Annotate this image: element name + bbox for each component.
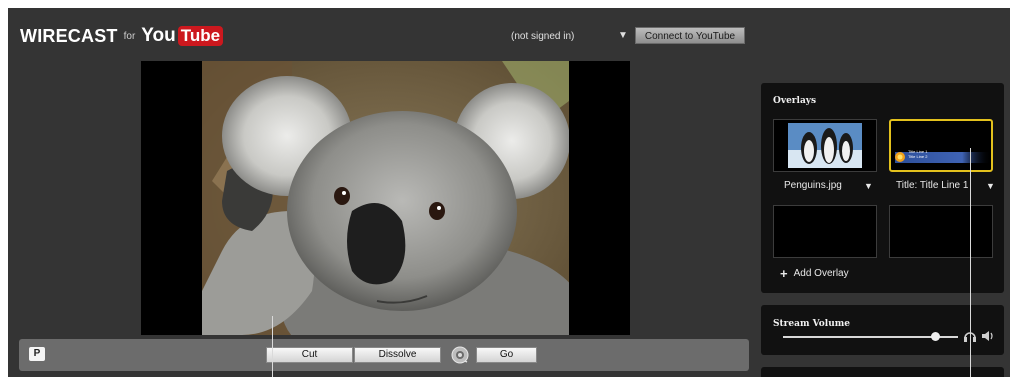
- add-overlay-button[interactable]: + Add Overlay: [780, 266, 849, 281]
- overlay-caption-title: Title: Title Line 1: [896, 180, 969, 191]
- plus-icon: +: [780, 266, 788, 281]
- logo-you-text: You: [141, 25, 176, 46]
- dissolve-button[interactable]: Dissolve: [354, 347, 441, 363]
- preview-p-button[interactable]: P: [29, 347, 45, 361]
- control-bar: P Cut Dissolve Go: [19, 339, 749, 371]
- overlay-title-dropdown-icon[interactable]: ▼: [986, 181, 995, 191]
- go-button[interactable]: Go: [476, 347, 537, 363]
- overlays-panel: Overlays Penguins.jpg ▼ Title Line 1 Tit…: [761, 83, 1004, 293]
- logo-tube-text: Tube: [177, 26, 224, 46]
- callout-line-left: [272, 316, 273, 377]
- stream-volume-title: Stream Volume: [773, 319, 850, 329]
- overlays-title: Overlays: [773, 96, 817, 106]
- title-thumbnail-image: [895, 152, 991, 163]
- callout-line-right: [970, 148, 971, 377]
- speaker-icon[interactable]: [981, 329, 995, 343]
- overlay-empty-slot[interactable]: [889, 205, 993, 258]
- logo-wirecast-text: WIRECAST: [20, 25, 118, 46]
- overlay-thumb-penguins[interactable]: [773, 119, 877, 172]
- video-preview: [141, 61, 630, 335]
- volume-slider-thumb[interactable]: [931, 332, 940, 341]
- signin-status[interactable]: (not signed in): [511, 31, 574, 42]
- wirecast-app: WIRECAST for You Tube (not signed in) ▼ …: [8, 8, 1010, 377]
- bottom-panel: [761, 367, 1004, 377]
- connect-youtube-button[interactable]: Connect to YouTube: [635, 27, 745, 44]
- signin-dropdown-icon[interactable]: ▼: [618, 30, 628, 41]
- wirecast-logo: WIRECAST for You Tube: [20, 25, 224, 47]
- overlay-caption-penguins: Penguins.jpg: [784, 180, 842, 191]
- logo-for-text: for: [123, 30, 136, 42]
- overlay-thumb-title[interactable]: Title Line 1 Title Line 2: [889, 119, 993, 172]
- koala-preview-image: [202, 61, 569, 335]
- stream-volume-panel: Stream Volume: [761, 305, 1004, 355]
- transition-settings-icon[interactable]: [451, 346, 469, 364]
- penguins-thumbnail-image: [788, 123, 862, 168]
- overlay-empty-slot[interactable]: [773, 205, 877, 258]
- cut-button[interactable]: Cut: [266, 347, 353, 363]
- title-thumb-line2: Title Line 2: [908, 154, 928, 159]
- add-overlay-label: Add Overlay: [793, 268, 849, 279]
- overlay-penguins-dropdown-icon[interactable]: ▼: [864, 181, 873, 191]
